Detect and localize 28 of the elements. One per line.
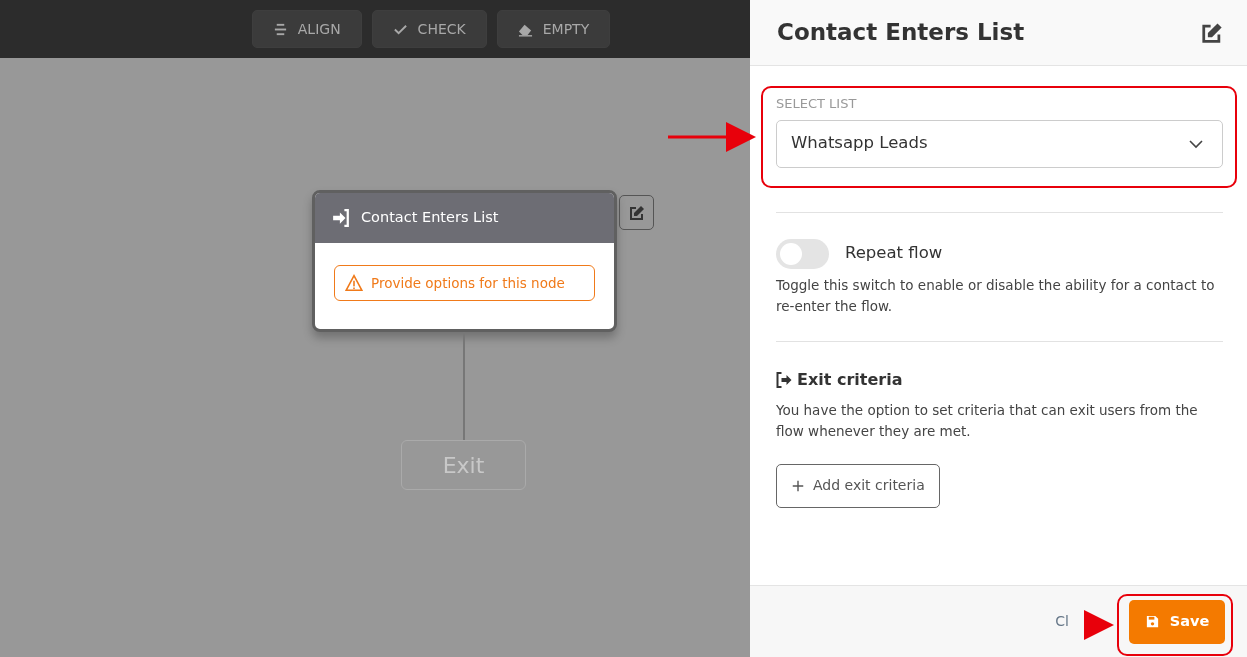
edit-icon: [628, 204, 645, 221]
edit-button[interactable]: [619, 195, 654, 230]
description-text: You have the option to set criteria that can exit users from the flow whenever they are met.: [776, 400, 1199, 441]
panel-title: Contact Enters List: [777, 18, 1025, 47]
save-button[interactable]: Save: [1129, 599, 1225, 644]
field-label: SELECT LIST: [776, 95, 858, 113]
align-button[interactable]: ALIGN: [251, 10, 362, 48]
help-text: Toggle this switch to enable or disable the ability for a contact to re-enter the flow.: [776, 275, 1216, 316]
node-title: Contact Enters List: [361, 208, 499, 228]
edit-button[interactable]: [1201, 20, 1223, 45]
section-heading: Exit criteria: [797, 368, 903, 391]
edit-icon: [1201, 22, 1223, 44]
save-icon: [1144, 614, 1160, 629]
add-criteria-button[interactable]: Add exit criteria: [776, 463, 940, 508]
select-field[interactable]: Whatsapp Leads: [776, 119, 1223, 168]
exit-icon: [776, 371, 793, 388]
pointer-arrow: [1084, 609, 1114, 641]
flow-node[interactable]: Contact Enters List Provide options for this node: [312, 190, 617, 332]
align-icon: [272, 21, 288, 37]
close-link[interactable]: Cl: [1055, 611, 1069, 632]
check-button[interactable]: CHECK: [371, 10, 487, 48]
empty-button[interactable]: EMPTY: [496, 10, 611, 48]
toggle-switch[interactable]: [776, 238, 829, 269]
warning-message: Provide options for this node: [334, 265, 595, 301]
toggle-label: Repeat flow: [845, 242, 943, 265]
plus-icon: [791, 478, 805, 493]
enter-icon: [331, 209, 351, 227]
warning-icon: [345, 274, 363, 292]
